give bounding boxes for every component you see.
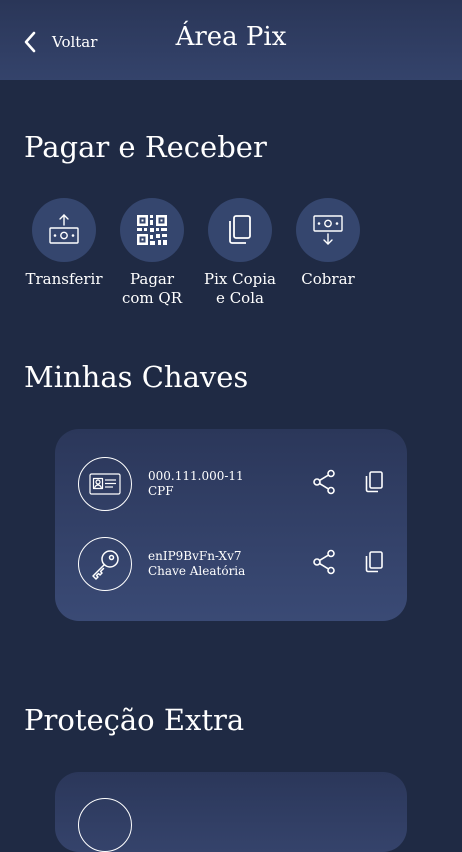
key-row-random: enIP9BvFn-Xv7 Chave Aleatória: [78, 536, 388, 592]
copy-paste-label: Pix Copia e Cola: [204, 270, 276, 307]
shield-icon: [78, 798, 132, 852]
page-title: Área Pix: [175, 22, 287, 52]
section-heading-extra-protection: Proteção Extra: [24, 703, 245, 737]
share-icon: [312, 469, 336, 499]
charge-label: Cobrar: [301, 270, 355, 288]
id-card-icon: [78, 457, 132, 511]
section-heading-pay-receive: Pagar e Receber: [24, 130, 267, 164]
keys-card: 000.111.000-11 CPF enIP9BvFn-Xv7 Chave A…: [55, 429, 407, 621]
copy-button[interactable]: [360, 470, 388, 498]
copy-icon: [363, 470, 385, 498]
key-value: enIP9BvFn-Xv7: [148, 549, 242, 563]
key-type: CPF: [148, 484, 174, 498]
pix-actions: Transferir Pagar com QR Pix Copia e Cola…: [20, 198, 372, 308]
copy-paste-icon: [208, 198, 272, 262]
copy-button[interactable]: [360, 550, 388, 578]
extra-protection-card[interactable]: [55, 772, 407, 852]
share-icon: [312, 549, 336, 579]
share-button[interactable]: [310, 469, 338, 499]
transfer-button[interactable]: Transferir: [20, 198, 108, 308]
copy-paste-button[interactable]: Pix Copia e Cola: [196, 198, 284, 308]
pay-qr-label: Pagar com QR: [121, 270, 182, 307]
key-row-cpf: 000.111.000-11 CPF: [78, 456, 388, 512]
charge-button[interactable]: Cobrar: [284, 198, 372, 308]
share-button[interactable]: [310, 549, 338, 579]
transfer-label: Transferir: [25, 270, 103, 288]
key-type: Chave Aleatória: [148, 564, 246, 578]
key-value: 000.111.000-11: [148, 469, 244, 483]
transfer-icon: [32, 198, 96, 262]
charge-icon: [296, 198, 360, 262]
pay-qr-button[interactable]: Pagar com QR: [108, 198, 196, 308]
qr-code-icon: [120, 198, 184, 262]
key-icon: [78, 537, 132, 591]
top-bar: Voltar Área Pix: [0, 0, 462, 80]
copy-icon: [363, 550, 385, 578]
section-heading-my-keys: Minhas Chaves: [24, 360, 249, 394]
